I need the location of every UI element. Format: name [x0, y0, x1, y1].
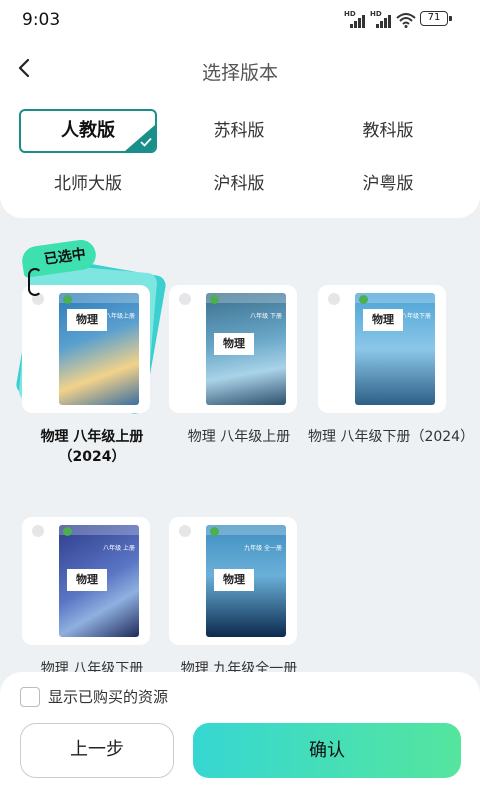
cover-grade: 八年级 上册	[103, 545, 135, 552]
status-time: 9:03	[22, 10, 61, 30]
cover-title: 物理	[363, 309, 403, 331]
book-card-2[interactable]: 物理 八年级 下册 物理 八年级上册	[169, 285, 309, 447]
publisher-logo-icon	[359, 295, 368, 304]
book-name: 物理 八年级上册	[187, 429, 291, 445]
publisher-logo-icon	[63, 527, 72, 536]
book-cover-frame: 物理 八年级上册	[22, 285, 150, 413]
cover-grade: 九年级 全一册	[244, 545, 282, 552]
show-purchased-checkbox[interactable]	[20, 687, 40, 707]
edition-option-jiaoke[interactable]: 教科版	[319, 109, 457, 153]
edition-option-huyue[interactable]: 沪粤版	[319, 162, 457, 206]
battery-icon: 71	[420, 11, 452, 26]
edition-label: 沪科版	[213, 174, 265, 194]
cover-grade: 八年级上册	[104, 313, 135, 320]
cover-grade: 八年级下册	[400, 313, 431, 320]
signal-icon-2	[370, 12, 392, 28]
book-card-5[interactable]: 物理 九年级 全一册 物理 九年级全一册	[169, 517, 309, 679]
page-title: 选择版本	[201, 62, 278, 84]
book-cover-image: 物理 九年级 全一册	[206, 525, 286, 637]
book-card-4[interactable]: 物理 八年级 上册 物理 八年级下册	[22, 517, 162, 679]
book-card-1[interactable]: 物理 八年级上册 物理 八年级上册（2024）	[22, 285, 162, 467]
book-cover-image: 物理 八年级 上册	[59, 525, 139, 637]
book-card-3[interactable]: 物理 八年级下册 物理 八年级下册（2024）	[308, 285, 474, 447]
book-cover-image: 物理 八年级下册	[355, 293, 435, 405]
cover-title: 物理	[214, 333, 254, 355]
check-icon	[140, 137, 152, 147]
cover-grade: 八年级 下册	[250, 313, 282, 320]
signal-icon-1	[344, 12, 366, 28]
publisher-logo-icon	[210, 527, 219, 536]
book-name: 物理 八年级上册（2024）	[40, 429, 144, 465]
edition-label: 教科版	[362, 121, 414, 141]
edition-option-suke[interactable]: 苏科版	[170, 109, 308, 153]
cover-title: 物理	[67, 569, 107, 591]
edition-option-renjiao[interactable]: 人教版	[19, 109, 157, 153]
book-cover-frame: 物理 九年级 全一册	[169, 517, 297, 645]
book-cover-frame: 物理 八年级 下册	[169, 285, 297, 413]
book-cover-frame: 物理 八年级 上册	[22, 517, 150, 645]
show-purchased-label[interactable]: 显示已购买的资源	[48, 686, 168, 707]
book-cover-image: 物理 八年级 下册	[206, 293, 286, 405]
previous-step-button[interactable]: 上一步	[20, 723, 174, 778]
edition-label: 北师大版	[54, 174, 122, 194]
binder-ring-icon	[28, 268, 42, 296]
book-cover-image: 物理 八年级上册	[59, 293, 139, 405]
edition-label: 苏科版	[213, 121, 265, 141]
edition-option-beishida[interactable]: 北师大版	[19, 162, 157, 206]
wifi-icon	[396, 13, 416, 28]
edition-label: 沪粤版	[362, 174, 414, 194]
cover-title: 物理	[214, 569, 254, 591]
cover-title: 物理	[67, 309, 107, 331]
status-bar: 9:03 HD HD 71	[0, 0, 480, 40]
publisher-logo-icon	[63, 295, 72, 304]
book-cover-frame: 物理 八年级下册	[318, 285, 446, 413]
publisher-logo-icon	[210, 295, 219, 304]
edition-option-huke[interactable]: 沪科版	[170, 162, 308, 206]
edition-label: 人教版	[61, 120, 115, 141]
book-name: 物理 八年级下册（2024）	[308, 429, 475, 445]
confirm-button[interactable]: 确认	[193, 723, 461, 778]
